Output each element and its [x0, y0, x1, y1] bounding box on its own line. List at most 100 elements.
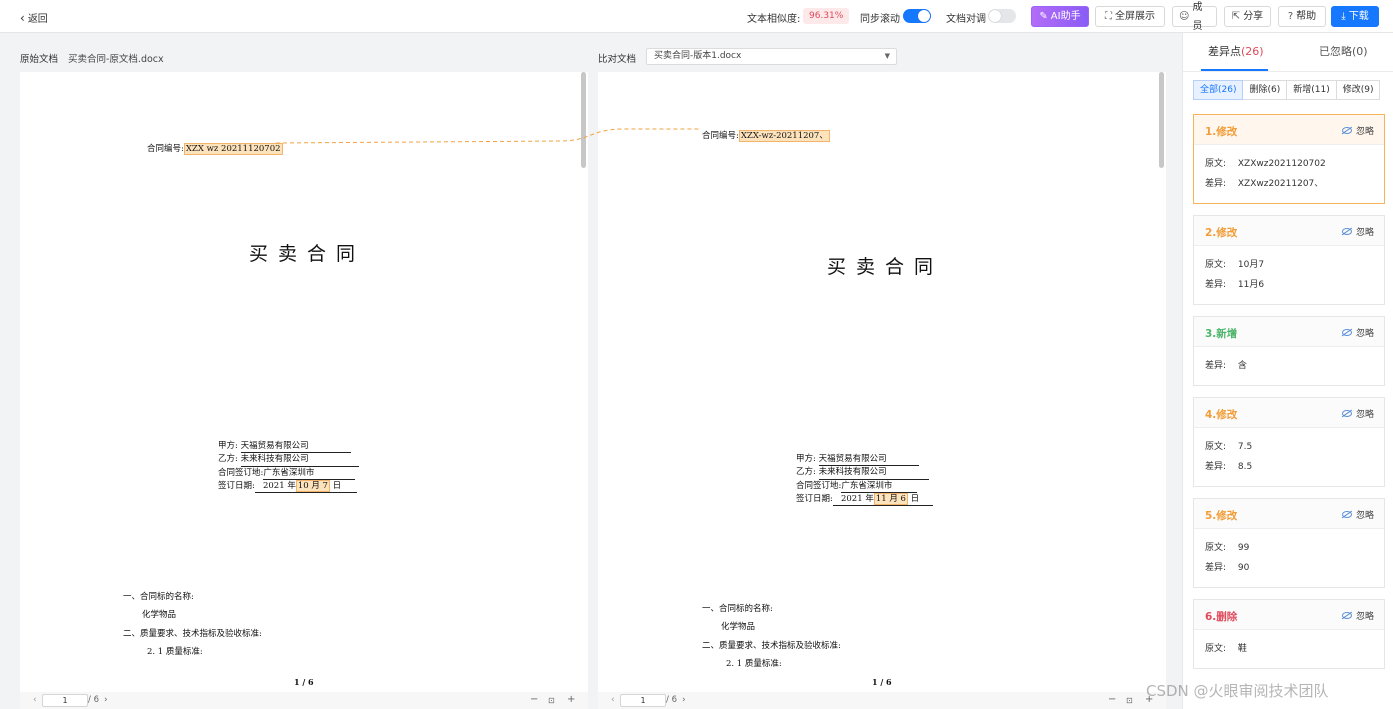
- ignore-button[interactable]: 忽略: [1341, 326, 1374, 339]
- ai-assistant-button[interactable]: ✎ AI助手: [1031, 6, 1089, 27]
- prev-page-icon[interactable]: ‹: [33, 695, 37, 705]
- diff-highlight[interactable]: 10 月 7: [295, 479, 330, 492]
- diff-card-header: 3.新增 忽略: [1194, 317, 1384, 347]
- ignore-label: 忽略: [1355, 511, 1374, 521]
- sign-place-label: 合同签订地:: [218, 467, 264, 478]
- help-label: 帮助: [1296, 11, 1317, 22]
- next-page-icon[interactable]: ›: [682, 695, 686, 705]
- share-label: 分享: [1243, 11, 1264, 22]
- diff-label: 差异:: [1205, 462, 1227, 472]
- tab-differences-count: (26): [1241, 45, 1264, 58]
- diff-card-title: 5.修改: [1205, 510, 1238, 522]
- original-value: 鞋: [1237, 644, 1247, 654]
- original-label: 原文:: [1205, 159, 1227, 169]
- doc-title: 买卖合同: [827, 256, 944, 278]
- fullscreen-button[interactable]: ⛶ 全屏展示: [1095, 6, 1165, 27]
- back-button[interactable]: ‹ 返回: [20, 10, 48, 26]
- ai-label: AI助手: [1050, 11, 1081, 22]
- diff-card-body: 差异: 含: [1194, 347, 1384, 385]
- sign-date-day: 日: [910, 493, 920, 504]
- diff-card[interactable]: 5.修改 忽略 原文: 99 差异: 90: [1193, 498, 1385, 588]
- diff-card-body: 原文: 10月7 差异: 11月6: [1194, 246, 1384, 304]
- zoom-out-icon[interactable]: −: [530, 694, 538, 705]
- scrollbar[interactable]: [581, 72, 586, 168]
- toggle-knob: [989, 10, 1001, 22]
- diff-card[interactable]: 6.删除 忽略 原文: 鞋: [1193, 599, 1385, 669]
- fit-page-icon[interactable]: ⊡: [548, 696, 555, 705]
- party-b-label: 乙方:: [796, 467, 816, 478]
- original-label: 原文:: [1205, 442, 1227, 452]
- doc-align-label: 文档对调: [946, 14, 986, 25]
- contract-number-label: 合同编号:: [147, 144, 184, 154]
- filter-delete[interactable]: 删除(6): [1242, 80, 1288, 100]
- sync-scroll-toggle[interactable]: [903, 9, 931, 23]
- original-label: 原文:: [1205, 260, 1227, 270]
- ignore-button[interactable]: 忽略: [1341, 508, 1374, 521]
- filter-modify[interactable]: 修改(9): [1335, 80, 1381, 100]
- diff-label: 差异:: [1205, 280, 1227, 290]
- party-a-label: 甲方:: [218, 441, 238, 451]
- section-2-item: 2. 1 质量标准:: [147, 647, 203, 658]
- diff-card-body: 原文: 鞋: [1194, 630, 1384, 668]
- original-value: XZXwz2021120702: [1237, 159, 1326, 169]
- diff-highlight[interactable]: 11 月 6: [873, 492, 908, 505]
- ignore-button[interactable]: 忽略: [1341, 407, 1374, 420]
- fit-page-icon[interactable]: ⊡: [1126, 696, 1133, 705]
- page-footer: ‹ 1 / 6 › − ⊡ +: [20, 692, 588, 709]
- next-page-icon[interactable]: ›: [104, 695, 108, 705]
- tab-differences[interactable]: 差异点(26): [1208, 43, 1264, 59]
- diff-card[interactable]: 3.新增 忽略 差异: 含: [1193, 316, 1385, 386]
- ignore-button[interactable]: 忽略: [1341, 124, 1374, 137]
- filter-all[interactable]: 全部(26): [1193, 80, 1244, 100]
- similarity-badge: 96.31%: [803, 8, 850, 24]
- filter-add[interactable]: 新增(11): [1286, 80, 1337, 100]
- diff-value: 90: [1237, 563, 1250, 573]
- section-1-item: 化学物品: [142, 610, 177, 621]
- tab-ignored[interactable]: 已忽略(0): [1319, 43, 1368, 59]
- help-button[interactable]: ? 帮助: [1278, 6, 1326, 27]
- ignore-button[interactable]: 忽略: [1341, 225, 1374, 238]
- scrollbar[interactable]: [1159, 72, 1164, 168]
- diff-card[interactable]: 2.修改 忽略 原文: 10月7 差异: 11月6: [1193, 215, 1385, 305]
- party-block: 甲方: 天福贸易有限公司 乙方: 未来科技有限公司 合同签订地:广东省深圳市 签…: [218, 440, 359, 494]
- tab-divider: [1183, 71, 1393, 72]
- download-button[interactable]: ⤓ 下载: [1331, 6, 1379, 27]
- diff-card-title: 6.删除: [1205, 611, 1238, 623]
- expand-icon: ⛶: [1105, 11, 1112, 22]
- party-b-value: 未来科技有限公司: [818, 466, 929, 480]
- sign-date-value: 2021 年 11 月 6 日: [832, 492, 933, 507]
- page-input[interactable]: 1: [42, 694, 88, 707]
- page-input[interactable]: 1: [620, 694, 666, 707]
- fullscreen-label: 全屏展示: [1115, 11, 1155, 22]
- section-list: 一、合同标的名称: 化学物品 二、质量要求、技术指标及验收标准: 2. 1 质量…: [123, 588, 262, 662]
- diff-label: 差异:: [1205, 179, 1227, 189]
- diff-card[interactable]: 1.修改 忽略 原文: XZXwz2021120702 差异: XZXwz202…: [1193, 114, 1385, 204]
- diff-card-header: 5.修改 忽略: [1194, 499, 1384, 529]
- section-2: 二、质量要求、技术指标及验收标准:: [702, 640, 841, 651]
- eye-off-icon: [1341, 612, 1352, 619]
- zoom-in-icon[interactable]: +: [567, 694, 575, 705]
- sign-date-day: 日: [332, 480, 342, 491]
- share-button[interactable]: ⇱ 分享: [1224, 6, 1271, 27]
- diff-card[interactable]: 4.修改 忽略 原文: 7.5 差异: 8.5: [1193, 397, 1385, 487]
- diff-highlight[interactable]: XZX wz 20211120702: [183, 143, 283, 155]
- ignore-label: 忽略: [1355, 329, 1374, 339]
- sign-place-label: 合同签订地:: [796, 480, 842, 491]
- diff-card-body: 原文: 99 差异: 90: [1194, 529, 1384, 587]
- section-2: 二、质量要求、技术指标及验收标准:: [123, 628, 262, 639]
- diff-card-body: 原文: 7.5 差异: 8.5: [1194, 428, 1384, 486]
- ignore-button[interactable]: 忽略: [1341, 609, 1374, 622]
- diff-highlight[interactable]: XZX-wz-20211207、: [738, 130, 830, 142]
- compare-doc-name: 买卖合同-版本1.docx: [654, 51, 742, 61]
- watermark: CSDN @火眼审阅技术团队: [1146, 682, 1329, 700]
- members-button[interactable]: ☺ 成员: [1172, 2, 1217, 32]
- page-indicator: 1 / 6: [872, 677, 892, 687]
- section-1: 一、合同标的名称:: [702, 604, 773, 614]
- prev-page-icon[interactable]: ‹: [611, 695, 615, 705]
- compare-doc-select[interactable]: 买卖合同-版本1.docx ▼: [646, 48, 897, 65]
- diff-value: 含: [1237, 361, 1247, 371]
- original-doc-page: 合同编号: XZX wz 20211120702 买卖合同 甲方: 天福贸易有限公…: [20, 72, 588, 692]
- zoom-out-icon[interactable]: −: [1108, 694, 1116, 705]
- ignore-label: 忽略: [1355, 410, 1374, 420]
- doc-align-toggle[interactable]: [988, 9, 1016, 23]
